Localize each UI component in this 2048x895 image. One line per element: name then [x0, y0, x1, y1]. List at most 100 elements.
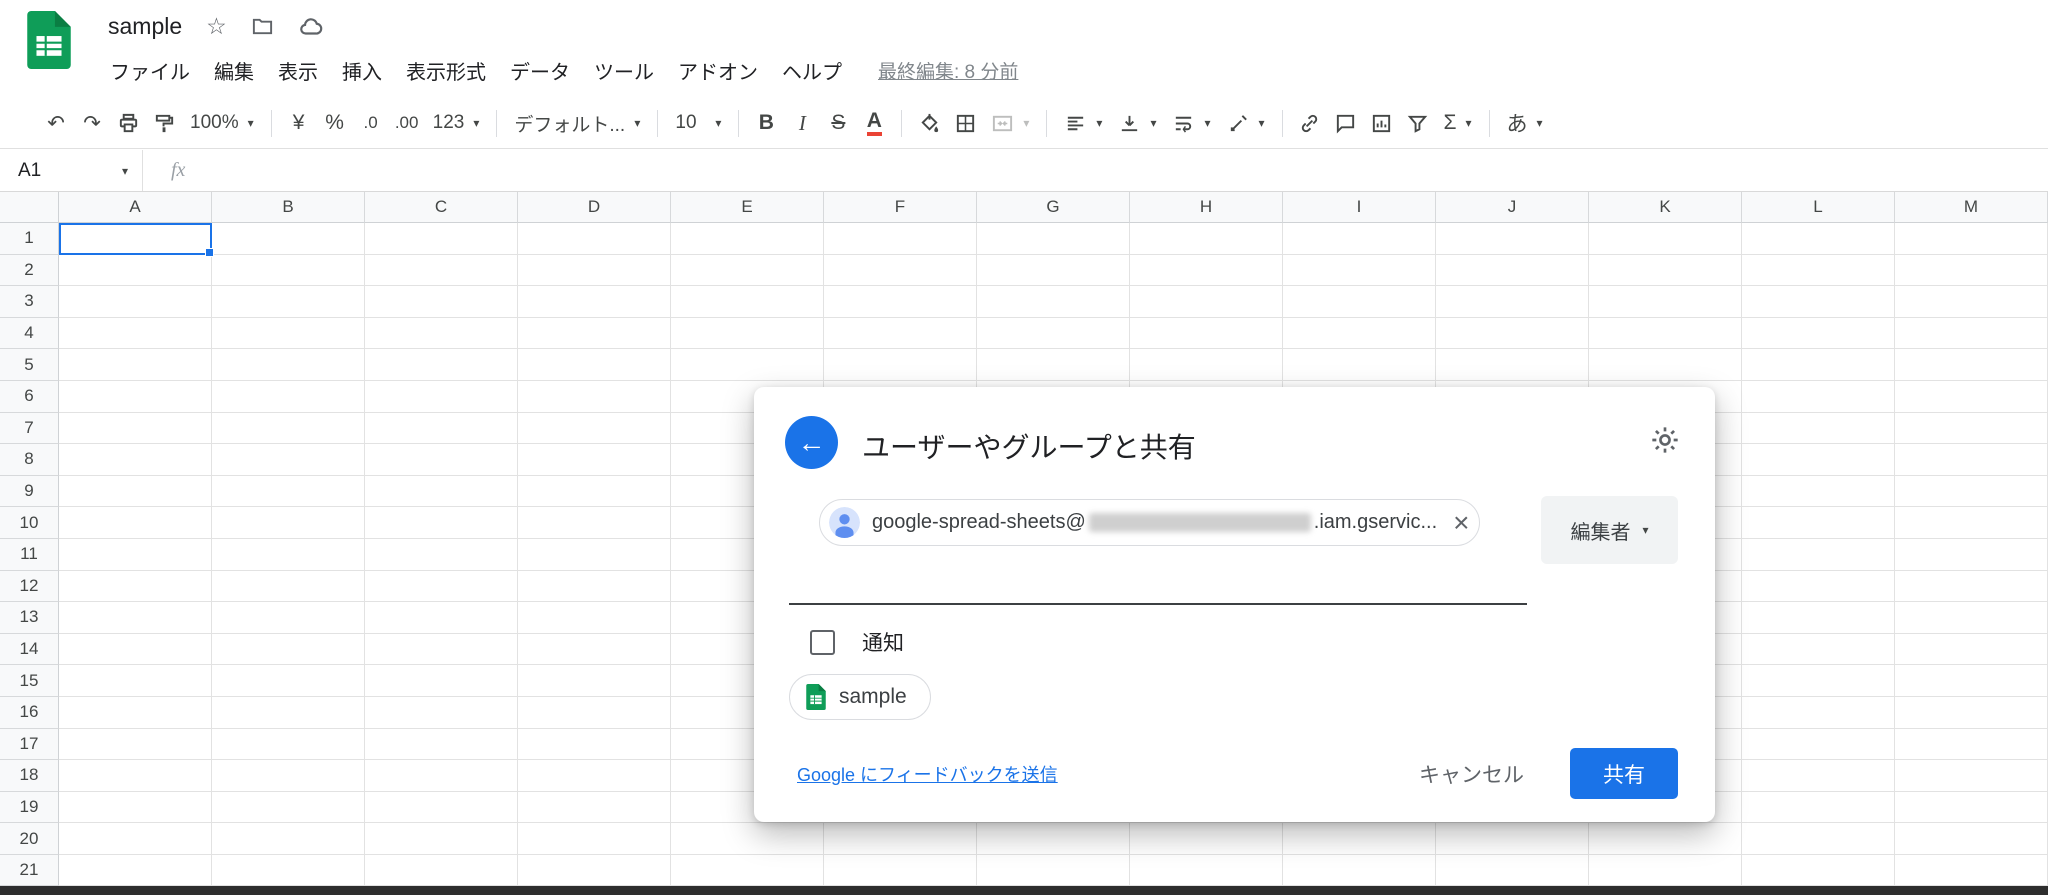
cell-B13[interactable]: [212, 602, 365, 634]
file-chip[interactable]: sample: [789, 674, 931, 720]
cell-M5[interactable]: [1895, 349, 2048, 381]
cell-L21[interactable]: [1742, 854, 1895, 886]
cell-D1[interactable]: [518, 223, 671, 255]
cell-G2[interactable]: [977, 254, 1130, 287]
cell-J20[interactable]: [1436, 823, 1589, 855]
input-tools-select[interactable]: あ ▾: [1499, 105, 1551, 141]
cell-L19[interactable]: [1742, 791, 1895, 824]
cell-K2[interactable]: [1589, 254, 1742, 287]
cell-C2[interactable]: [365, 254, 518, 287]
cell-M17[interactable]: [1895, 728, 2048, 761]
row-header-15[interactable]: 15: [0, 665, 59, 697]
cell-B16[interactable]: [212, 696, 365, 729]
cell-F2[interactable]: [824, 254, 977, 287]
cell-J21[interactable]: [1436, 854, 1589, 886]
share-button[interactable]: 共有: [1570, 748, 1678, 799]
cell-D2[interactable]: [518, 254, 671, 287]
cell-D9[interactable]: [518, 475, 671, 508]
column-header-I[interactable]: I: [1283, 192, 1436, 223]
row-header-21[interactable]: 21: [0, 854, 59, 886]
cell-H20[interactable]: [1130, 823, 1283, 855]
bold-button[interactable]: B: [748, 105, 784, 141]
cell-A18[interactable]: [59, 760, 212, 792]
cell-I4[interactable]: [1283, 317, 1436, 350]
cell-M15[interactable]: [1895, 665, 2048, 697]
role-select[interactable]: 編集者 ▾: [1541, 496, 1678, 564]
star-icon[interactable]: ☆: [206, 13, 227, 40]
row-header-20[interactable]: 20: [0, 823, 59, 855]
column-header-E[interactable]: E: [671, 192, 824, 223]
row-header-4[interactable]: 4: [0, 317, 59, 350]
cell-A9[interactable]: [59, 475, 212, 508]
cell-L17[interactable]: [1742, 728, 1895, 761]
cell-B20[interactable]: [212, 823, 365, 855]
cell-M14[interactable]: [1895, 633, 2048, 666]
cell-C4[interactable]: [365, 317, 518, 350]
cell-C3[interactable]: [365, 286, 518, 318]
redo-button[interactable]: ↷: [74, 105, 110, 141]
cell-M8[interactable]: [1895, 444, 2048, 476]
row-header-16[interactable]: 16: [0, 696, 59, 729]
cell-L16[interactable]: [1742, 696, 1895, 729]
cell-D16[interactable]: [518, 696, 671, 729]
cell-A15[interactable]: [59, 665, 212, 697]
font-size-select[interactable]: 10 ▾: [667, 105, 729, 141]
notify-checkbox[interactable]: [810, 629, 835, 655]
cell-G3[interactable]: [977, 286, 1130, 318]
vertical-align-icon[interactable]: ▾: [1110, 105, 1164, 141]
cell-M21[interactable]: [1895, 854, 2048, 886]
more-formats-select[interactable]: 123 ▾: [425, 105, 488, 141]
cell-C11[interactable]: [365, 538, 518, 571]
cell-A21[interactable]: [59, 854, 212, 886]
cell-L4[interactable]: [1742, 317, 1895, 350]
insert-link-icon[interactable]: [1292, 105, 1328, 141]
cell-C1[interactable]: [365, 223, 518, 255]
cell-M13[interactable]: [1895, 602, 2048, 634]
cell-I5[interactable]: [1283, 349, 1436, 381]
row-header-19[interactable]: 19: [0, 791, 59, 824]
cell-D15[interactable]: [518, 665, 671, 697]
cell-C9[interactable]: [365, 475, 518, 508]
menu-item-8[interactable]: ヘルプ: [770, 50, 854, 91]
remove-recipient-button[interactable]: ×: [1453, 508, 1469, 537]
cell-M2[interactable]: [1895, 254, 2048, 287]
format-currency-button[interactable]: ¥: [281, 105, 317, 141]
column-header-C[interactable]: C: [365, 192, 518, 223]
cell-H4[interactable]: [1130, 317, 1283, 350]
cell-M7[interactable]: [1895, 412, 2048, 445]
fill-color-icon[interactable]: [911, 105, 947, 141]
cell-H5[interactable]: [1130, 349, 1283, 381]
cell-A19[interactable]: [59, 791, 212, 824]
column-header-D[interactable]: D: [518, 192, 671, 223]
menu-item-5[interactable]: データ: [498, 50, 582, 91]
cell-D5[interactable]: [518, 349, 671, 381]
sheet-tab-bar[interactable]: [0, 886, 2048, 895]
cell-L18[interactable]: [1742, 760, 1895, 792]
cell-B12[interactable]: [212, 570, 365, 603]
cell-C21[interactable]: [365, 854, 518, 886]
cell-L8[interactable]: [1742, 444, 1895, 476]
recipient-chip[interactable]: google-spread-sheets@ .iam.gservic... ×: [819, 499, 1481, 546]
select-all-corner[interactable]: [0, 192, 59, 223]
cell-I21[interactable]: [1283, 854, 1436, 886]
cell-M11[interactable]: [1895, 538, 2048, 571]
cell-D17[interactable]: [518, 728, 671, 761]
borders-icon[interactable]: [947, 105, 983, 141]
cell-J2[interactable]: [1436, 254, 1589, 287]
cell-H2[interactable]: [1130, 254, 1283, 287]
menu-item-2[interactable]: 表示: [266, 50, 330, 91]
insert-comment-icon[interactable]: [1328, 105, 1364, 141]
cell-C17[interactable]: [365, 728, 518, 761]
back-button[interactable]: ←: [785, 416, 838, 469]
cell-M20[interactable]: [1895, 823, 2048, 855]
cell-M4[interactable]: [1895, 317, 2048, 350]
cell-J5[interactable]: [1436, 349, 1589, 381]
text-wrap-icon[interactable]: ▾: [1164, 105, 1218, 141]
column-header-H[interactable]: H: [1130, 192, 1283, 223]
cell-A10[interactable]: [59, 507, 212, 539]
row-header-7[interactable]: 7: [0, 412, 59, 445]
cell-A14[interactable]: [59, 633, 212, 666]
column-header-G[interactable]: G: [977, 192, 1130, 223]
cell-K5[interactable]: [1589, 349, 1742, 381]
cell-F1[interactable]: [824, 223, 977, 255]
